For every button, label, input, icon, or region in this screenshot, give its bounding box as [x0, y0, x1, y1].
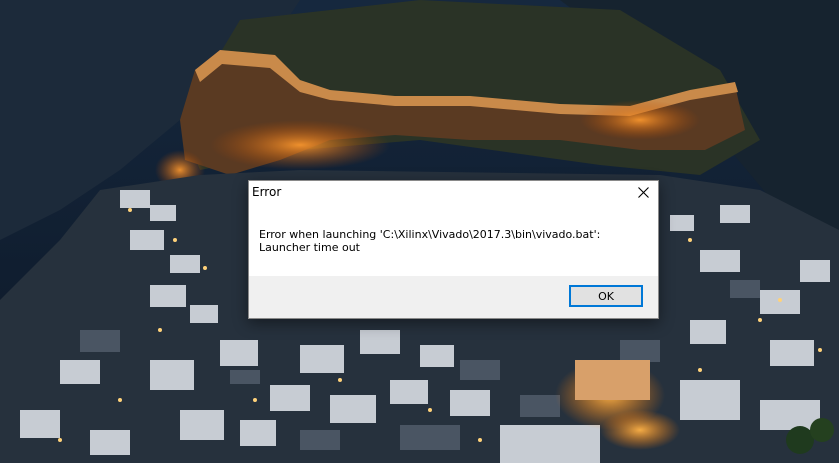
close-button[interactable] [628, 181, 658, 203]
error-message: Error when launching 'C:\Xilinx\Vivado\2… [259, 228, 601, 254]
ok-button[interactable]: OK [569, 285, 643, 307]
dialog-content: Error when launching 'C:\Xilinx\Vivado\2… [249, 203, 658, 276]
error-dialog: Error Error when launching 'C:\Xilinx\Vi… [248, 180, 659, 319]
dialog-titlebar[interactable]: Error [249, 181, 658, 203]
dialog-title: Error [252, 185, 282, 199]
close-icon [637, 183, 649, 202]
dialog-footer: OK [249, 276, 658, 318]
